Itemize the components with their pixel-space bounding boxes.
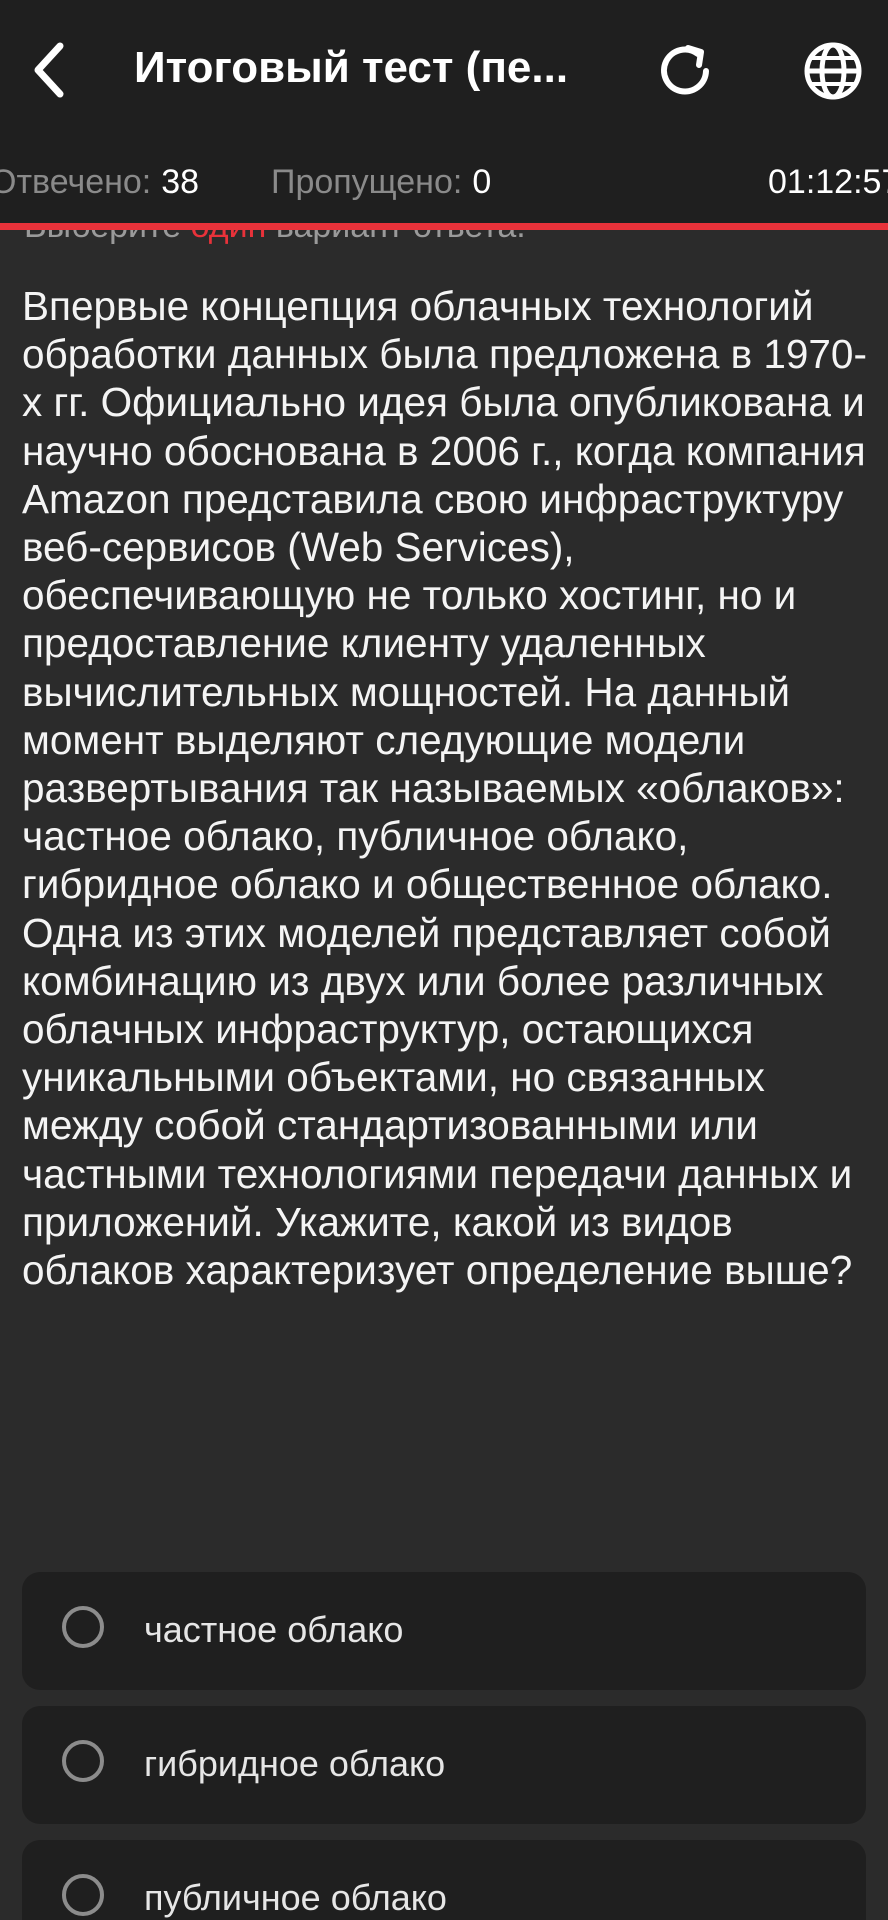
- answer-option[interactable]: публичное облако: [22, 1840, 866, 1920]
- skipped-label: Пропущено:: [271, 163, 463, 201]
- question-text: Впервые концепция облачных технологий об…: [22, 283, 867, 1294]
- back-button[interactable]: [18, 32, 82, 108]
- stats-bar: Отвечено: 38 Пропущено: 0 01:12:57: [0, 140, 888, 223]
- radio-button[interactable]: [62, 1874, 104, 1916]
- radio-button[interactable]: [62, 1740, 104, 1782]
- page-title: Итоговый тест (пе...: [134, 43, 569, 92]
- answered-label: Отвечено:: [0, 163, 152, 201]
- globe-icon: [804, 42, 862, 100]
- refresh-button[interactable]: [648, 34, 722, 108]
- refresh-icon: [661, 45, 709, 95]
- answer-option-label: частное облако: [144, 1609, 404, 1650]
- hint-prefix: Выберите: [24, 230, 181, 245]
- answer-option-label: публичное облако: [144, 1877, 447, 1918]
- skipped-counter: Пропущено: 0: [271, 160, 491, 204]
- app-bar: Итоговый тест (пе...: [0, 0, 888, 140]
- progress-divider: [0, 223, 888, 230]
- hint-suffix: вариант ответа.: [276, 230, 526, 245]
- chevron-left-icon: [34, 42, 64, 98]
- quiz-screen: Итоговый тест (пе... Отвечено: 38 Пропуще…: [0, 0, 888, 1920]
- answer-option-label: гибридное облако: [144, 1743, 446, 1784]
- answer-option[interactable]: гибридное облако: [22, 1706, 866, 1824]
- timer: 01:12:57: [768, 163, 888, 201]
- skipped-value: 0: [472, 163, 492, 201]
- answered-counter: Отвечено: 38: [0, 160, 199, 204]
- language-button[interactable]: [796, 34, 870, 108]
- answer-option[interactable]: частное облако: [22, 1572, 866, 1690]
- radio-button[interactable]: [62, 1606, 104, 1648]
- instruction-hint: Выберите один вариант ответа.: [0, 230, 888, 247]
- answered-value: 38: [161, 163, 200, 201]
- hint-accent: один: [191, 230, 267, 245]
